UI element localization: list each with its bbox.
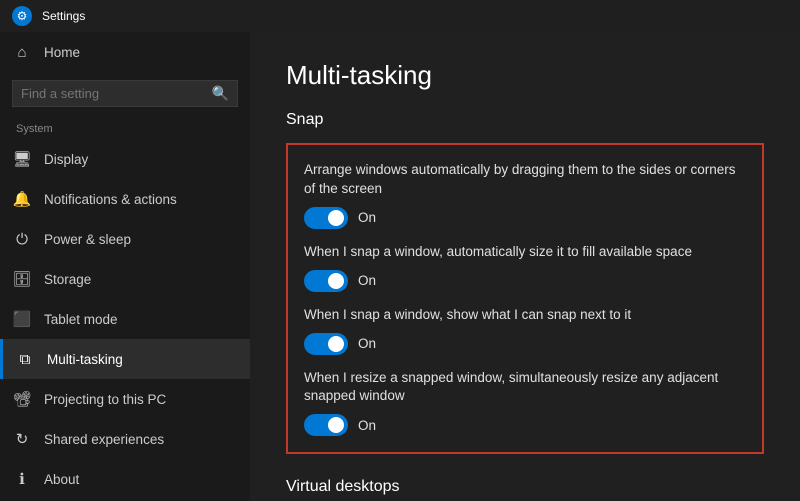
- sidebar-item-shared[interactable]: ↻ Shared experiences: [0, 419, 250, 459]
- sidebar-item-home[interactable]: ⌂ Home: [0, 32, 250, 72]
- toggle-state-0: On: [358, 210, 376, 225]
- snap-label-1: When I snap a window, automatically size…: [304, 243, 746, 262]
- shared-icon: ↻: [12, 429, 32, 449]
- search-input[interactable]: [21, 86, 212, 101]
- snap-row-0: Arrange windows automatically by draggin…: [304, 161, 746, 229]
- sidebar: ⌂ Home 🔍 System 🖥 Display 🔔 Notification…: [0, 32, 250, 501]
- toggle-row-2: On: [304, 333, 746, 355]
- toggle-track-3: [304, 414, 348, 436]
- sidebar-label-about: About: [44, 472, 79, 487]
- sidebar-item-tablet[interactable]: ⬛ Tablet mode: [0, 299, 250, 339]
- projecting-icon: 📽: [12, 389, 32, 409]
- snap-row-2: When I snap a window, show what I can sn…: [304, 306, 746, 355]
- toggle-thumb-3: [328, 417, 344, 433]
- snap-section-title: Snap: [286, 111, 764, 129]
- toggle-state-3: On: [358, 418, 376, 433]
- toggle-row-3: On: [304, 414, 746, 436]
- toggle-0[interactable]: [304, 207, 348, 229]
- sidebar-label-storage: Storage: [44, 272, 91, 287]
- search-box[interactable]: 🔍: [12, 80, 238, 107]
- sidebar-label-notifications: Notifications & actions: [44, 192, 177, 207]
- sidebar-label-tablet: Tablet mode: [44, 312, 118, 327]
- main-layout: ⌂ Home 🔍 System 🖥 Display 🔔 Notification…: [0, 32, 800, 501]
- virtual-desktops-title: Virtual desktops: [286, 478, 764, 496]
- toggle-state-2: On: [358, 336, 376, 351]
- title-bar-text: Settings: [42, 9, 85, 23]
- power-icon: ⏻: [12, 229, 32, 249]
- toggle-track-1: [304, 270, 348, 292]
- sidebar-item-multitasking[interactable]: ⧉ Multi-tasking: [0, 339, 250, 379]
- sidebar-item-about[interactable]: ℹ About: [0, 459, 250, 499]
- storage-icon: 🗄: [12, 269, 32, 289]
- snap-row-1: When I snap a window, automatically size…: [304, 243, 746, 292]
- toggle-3[interactable]: [304, 414, 348, 436]
- sidebar-label-shared: Shared experiences: [44, 432, 164, 447]
- toggle-thumb-0: [328, 210, 344, 226]
- tablet-icon: ⬛: [12, 309, 32, 329]
- toggle-state-1: On: [358, 273, 376, 288]
- multitasking-icon: ⧉: [15, 349, 35, 369]
- sidebar-label-multitasking: Multi-tasking: [47, 352, 123, 367]
- toggle-1[interactable]: [304, 270, 348, 292]
- toggle-2[interactable]: [304, 333, 348, 355]
- notifications-icon: 🔔: [12, 189, 32, 209]
- page-title: Multi-tasking: [286, 60, 764, 91]
- home-label: Home: [44, 45, 80, 60]
- snap-box: Arrange windows automatically by draggin…: [286, 143, 764, 454]
- toggle-row-0: On: [304, 207, 746, 229]
- home-icon: ⌂: [12, 42, 32, 62]
- snap-label-2: When I snap a window, show what I can sn…: [304, 306, 746, 325]
- about-icon: ℹ: [12, 469, 32, 489]
- toggle-track-0: [304, 207, 348, 229]
- title-bar: ⚙ Settings: [0, 0, 800, 32]
- nav-items-container: 🖥 Display 🔔 Notifications & actions ⏻ Po…: [0, 139, 250, 499]
- snap-label-0: Arrange windows automatically by draggin…: [304, 161, 746, 199]
- display-icon: 🖥: [12, 149, 32, 169]
- sidebar-item-power[interactable]: ⏻ Power & sleep: [0, 219, 250, 259]
- toggle-row-1: On: [304, 270, 746, 292]
- sidebar-label-display: Display: [44, 152, 88, 167]
- settings-icon: ⚙: [12, 6, 32, 26]
- sidebar-item-projecting[interactable]: 📽 Projecting to this PC: [0, 379, 250, 419]
- content-area: Multi-tasking Snap Arrange windows autom…: [250, 32, 800, 501]
- sidebar-item-storage[interactable]: 🗄 Storage: [0, 259, 250, 299]
- toggle-thumb-1: [328, 273, 344, 289]
- snap-label-3: When I resize a snapped window, simultan…: [304, 369, 746, 407]
- sidebar-item-display[interactable]: 🖥 Display: [0, 139, 250, 179]
- system-section-label: System: [0, 115, 250, 139]
- sidebar-item-notifications[interactable]: 🔔 Notifications & actions: [0, 179, 250, 219]
- toggle-track-2: [304, 333, 348, 355]
- search-icon[interactable]: 🔍: [212, 85, 229, 102]
- toggle-thumb-2: [328, 336, 344, 352]
- sidebar-label-power: Power & sleep: [44, 232, 131, 247]
- sidebar-label-projecting: Projecting to this PC: [44, 392, 166, 407]
- snap-row-3: When I resize a snapped window, simultan…: [304, 369, 746, 437]
